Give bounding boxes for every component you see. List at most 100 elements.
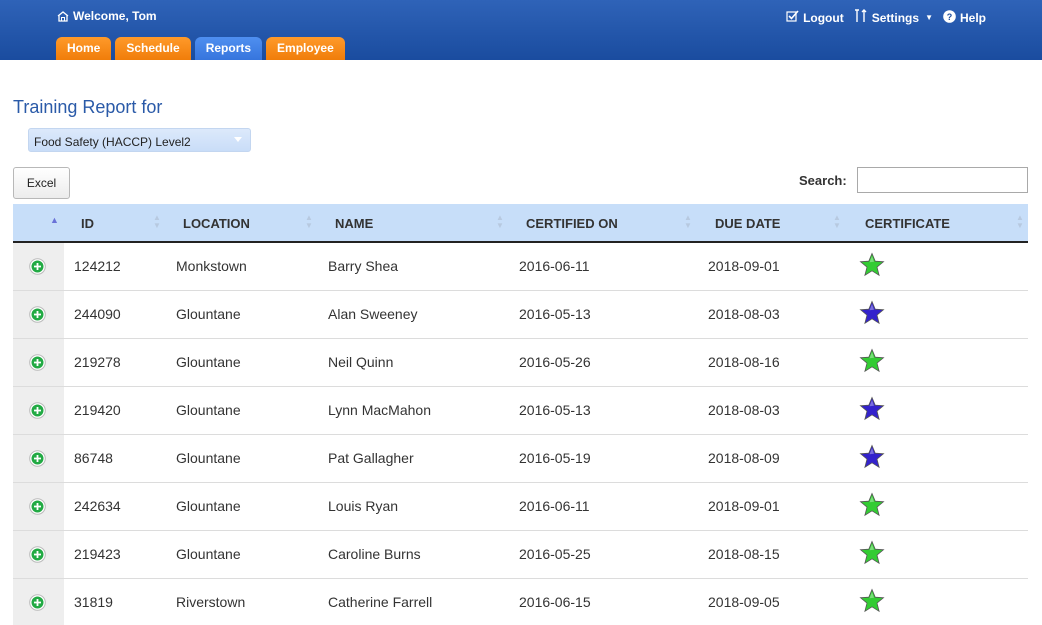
name-cell: Barry Shea	[317, 242, 507, 291]
id-cell: 244090	[64, 290, 165, 339]
star-icon[interactable]	[859, 587, 1028, 617]
star-icon[interactable]	[859, 347, 1028, 377]
star-icon[interactable]	[859, 491, 1028, 521]
name-cell: Catherine Farrell	[317, 578, 507, 625]
table-row[interactable]: 244090 Glountane Alan Sweeney 2016-05-13 201…	[13, 290, 1028, 339]
plus-circle-icon[interactable]	[29, 401, 46, 419]
row-expand-cell	[13, 290, 64, 339]
sort-icon: ▲ ▼	[1016, 213, 1024, 230]
tab-employee[interactable]: Employee	[266, 37, 345, 60]
svg-text:?: ?	[947, 12, 953, 22]
star-icon[interactable]	[859, 252, 1028, 281]
location-cell: Glountane	[165, 482, 317, 531]
id-cell: 219278	[64, 338, 165, 387]
table-row[interactable]: 86748 Glountane Pat Gallagher 2016-05-19 201…	[13, 434, 1028, 483]
name-cell: Lynn MacMahon	[317, 386, 507, 435]
due-date-cell: 2018-08-03	[696, 386, 846, 435]
plus-circle-icon[interactable]	[29, 593, 46, 611]
star-icon[interactable]	[859, 443, 1028, 473]
table-row[interactable]: 219420 Glountane Lynn MacMahon 2016-05-13 20…	[13, 386, 1028, 435]
id-cell: 242634	[64, 482, 165, 531]
id-cell: 86748	[64, 434, 165, 483]
location-cell: Glountane	[165, 434, 317, 483]
sort-icon: ▲ ▼	[153, 213, 161, 230]
location-cell: Riverstown	[165, 578, 317, 625]
row-expand-cell	[13, 338, 64, 387]
row-expand-cell	[13, 242, 64, 291]
name-cell: Neil Quinn	[317, 338, 507, 387]
help-link[interactable]: ? Help	[943, 9, 986, 26]
certified-on-cell: 2016-05-13	[507, 290, 696, 339]
name-cell: Alan Sweeney	[317, 290, 507, 339]
welcome-text: Welcome, Tom	[73, 9, 157, 23]
chevron-down-icon: ▼	[925, 13, 933, 22]
column-header-due-date[interactable]: DUE DATE ▲ ▼	[696, 204, 846, 243]
course-select[interactable]: Food Safety (HACCP) Level2	[28, 128, 251, 152]
checkbox-icon	[786, 10, 799, 25]
home-icon	[57, 10, 69, 22]
location-cell: Glountane	[165, 290, 317, 339]
column-header-id[interactable]: ID ▲ ▼	[64, 204, 165, 243]
certified-on-cell: 2016-06-15	[507, 578, 696, 625]
tab-reports[interactable]: Reports	[194, 37, 263, 60]
due-date-cell: 2018-09-01	[696, 242, 846, 291]
due-date-cell: 2018-09-01	[696, 482, 846, 531]
logout-label: Logout	[803, 10, 844, 25]
name-cell: Pat Gallagher	[317, 434, 507, 483]
help-label: Help	[959, 10, 986, 25]
location-cell: Monkstown	[165, 242, 317, 291]
column-header-name[interactable]: NAME ▲ ▼	[317, 204, 507, 243]
certified-on-cell: 2016-05-19	[507, 434, 696, 483]
name-cell: Louis Ryan	[317, 482, 507, 531]
table-row[interactable]: 219423 Glountane Caroline Burns 2016-05-25 2…	[13, 530, 1028, 579]
column-header-certificate[interactable]: CERTIFICATE ▲ ▼	[846, 204, 1028, 243]
id-cell: 124212	[64, 242, 165, 291]
training-report-table: ▲ ID ▲ ▼ LOCATION ▲ ▼ NAME ▲ ▼ CERTIFIED ON…	[13, 204, 1028, 625]
table-row[interactable]: 242634 Glountane Louis Ryan 2016-06-11 2018-…	[13, 482, 1028, 531]
sort-icon: ▲ ▼	[684, 213, 692, 230]
plus-circle-icon[interactable]	[29, 497, 46, 515]
logout-link[interactable]: Logout	[786, 10, 844, 25]
column-header-expand[interactable]: ▲	[13, 204, 64, 243]
welcome-area: Welcome, Tom	[57, 9, 157, 23]
certificate-cell	[846, 434, 1028, 483]
certified-on-cell: 2016-05-26	[507, 338, 696, 387]
id-cell: 219420	[64, 386, 165, 435]
search-label: Search:	[799, 173, 847, 188]
top-navigation-bar: Welcome, Tom Logout Settings ▼ ? Help Ho…	[0, 0, 1042, 60]
due-date-cell: 2018-09-05	[696, 578, 846, 625]
id-cell: 31819	[64, 578, 165, 625]
location-cell: Glountane	[165, 530, 317, 579]
table-row[interactable]: 124212 Monkstown Barry Shea 2016-06-11 2018-…	[13, 242, 1028, 291]
settings-label: Settings	[871, 10, 920, 25]
plus-circle-icon[interactable]	[29, 545, 46, 563]
tab-home[interactable]: Home	[56, 37, 112, 60]
table-row[interactable]: 219278 Glountane Neil Quinn 2016-05-26 2018-…	[13, 338, 1028, 387]
page-title: Training Report for	[13, 97, 163, 117]
tools-icon	[854, 9, 868, 26]
certified-on-cell: 2016-06-11	[507, 482, 696, 531]
tab-schedule[interactable]: Schedule	[115, 37, 191, 60]
plus-circle-icon[interactable]	[29, 257, 46, 275]
id-cell: 219423	[64, 530, 165, 579]
sort-ascending-icon: ▲	[50, 215, 59, 225]
plus-circle-icon[interactable]	[29, 353, 46, 371]
settings-menu[interactable]: Settings ▼	[854, 9, 933, 26]
search-input[interactable]	[857, 167, 1028, 193]
table-row[interactable]: 31819 Riverstown Catherine Farrell 2016-06-…	[13, 578, 1028, 625]
row-expand-cell	[13, 386, 64, 435]
excel-export-button[interactable]: Excel	[13, 167, 70, 199]
chevron-down-icon	[234, 137, 242, 142]
star-icon[interactable]	[859, 395, 1028, 425]
column-header-certified-on[interactable]: CERTIFIED ON ▲ ▼	[507, 204, 696, 243]
star-icon[interactable]	[859, 539, 1028, 569]
star-icon[interactable]	[859, 299, 1028, 329]
certificate-cell	[846, 578, 1028, 625]
column-header-location[interactable]: LOCATION ▲ ▼	[165, 204, 317, 243]
plus-circle-icon[interactable]	[29, 449, 46, 467]
table-header-row: ▲ ID ▲ ▼ LOCATION ▲ ▼ NAME ▲ ▼ CERTIFIED ON…	[13, 204, 1028, 243]
plus-circle-icon[interactable]	[29, 305, 46, 323]
main-tabs: Home Schedule Reports Employee	[56, 37, 345, 60]
certified-on-cell: 2016-06-11	[507, 242, 696, 291]
certified-on-cell: 2016-05-13	[507, 386, 696, 435]
